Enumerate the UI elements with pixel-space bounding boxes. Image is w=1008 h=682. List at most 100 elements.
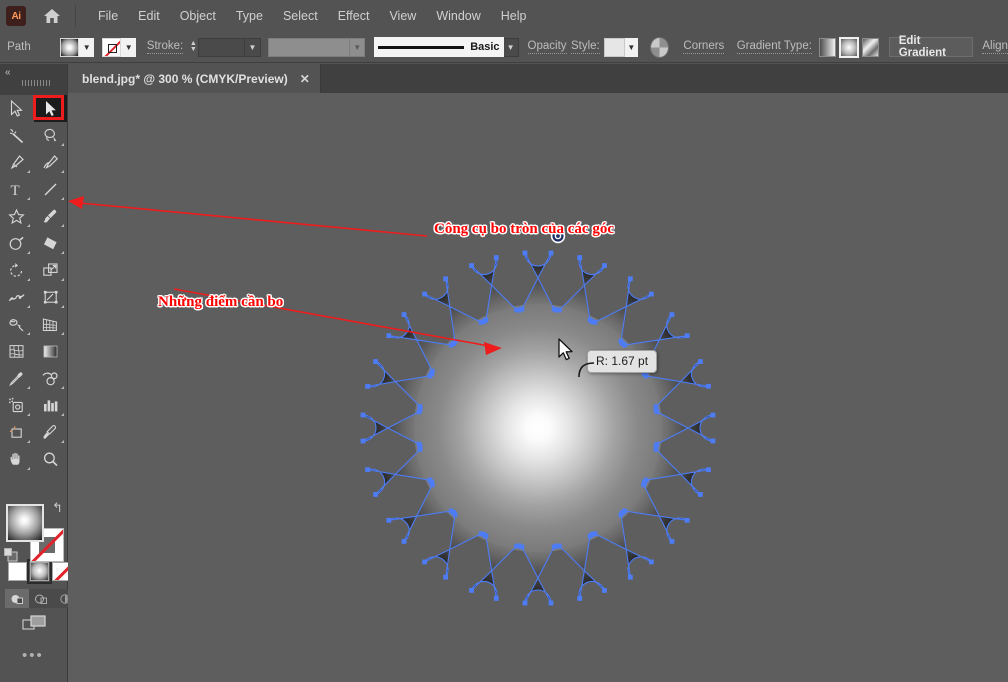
tool-flyout-indicator-icon [61,170,64,173]
home-icon[interactable] [41,5,63,27]
width-tool[interactable] [0,284,33,311]
fill-dropdown-caret-icon[interactable]: ▼ [79,38,94,57]
brush-definition-label: Basic [470,41,499,53]
scale-tool[interactable] [34,257,67,284]
corner-radius-arc-icon [576,358,598,380]
lasso-tool[interactable] [34,122,67,149]
more-tools-icon[interactable]: ••• [22,647,44,664]
perspective-grid-tool[interactable] [34,311,67,338]
menu-bar: Ai File Edit Object Type Select Effect V… [0,0,1008,32]
brush-definition-control[interactable]: Basic [374,37,503,57]
type-tool[interactable]: T [0,176,33,203]
style-label[interactable]: Style: [571,40,600,54]
document-tab-strip: blend.jpg* @ 300 % (CMYK/Preview) ✕ [68,64,1008,93]
stroke-weight-caret-icon[interactable]: ▼ [245,38,260,57]
hand-tool[interactable] [0,446,33,473]
fill-control[interactable]: ▼ [60,38,94,57]
menu-item-select[interactable]: Select [273,4,328,28]
menu-item-window[interactable]: Window [426,4,490,28]
close-icon[interactable]: ✕ [300,72,310,86]
stroke-weight-label[interactable]: Stroke: [147,40,183,54]
curvature-tool[interactable] [34,149,67,176]
column-graph-tool[interactable] [34,392,67,419]
stroke-profile-field[interactable] [268,38,351,57]
transparency-grid-icon[interactable] [650,37,669,58]
menu-item-object[interactable]: Object [170,4,226,28]
magic-wand-tool[interactable] [0,122,33,149]
opacity-label[interactable]: Opacity [528,40,567,54]
stroke-dropdown-caret-icon[interactable]: ▼ [121,38,136,57]
shape-tool[interactable] [0,203,33,230]
fill-swatch[interactable] [60,38,79,57]
eraser-tool[interactable] [34,230,67,257]
document-canvas[interactable]: Công cụ bo tròn của các góc Những điểm c… [68,93,1008,682]
control-bar: Path ▼ ▼ Stroke: ▲▼ ▼ ▼ Basic ▼ Opacity … [0,32,1008,63]
gradient-type-linear[interactable] [819,38,836,57]
tool-flyout-indicator-icon [61,332,64,335]
stroke-weight-field[interactable] [198,38,245,57]
line-segment-tool[interactable] [34,176,67,203]
gradient-type-freeform[interactable] [862,38,879,57]
gear-sunburst-path[interactable] [328,218,748,638]
menu-item-effect[interactable]: Effect [328,4,380,28]
tool-flyout-indicator-icon [27,278,30,281]
selection-type-label: Path [7,41,60,53]
free-transform-tool[interactable] [34,284,67,311]
align-label[interactable]: Align [982,40,1008,54]
collapse-panel-icon[interactable]: « [5,67,11,78]
shape-builder-tool[interactable] [0,311,33,338]
stroke-color-control[interactable]: ▼ [102,38,136,57]
slice-tool[interactable] [34,419,67,446]
artboard-tool[interactable] [0,419,33,446]
rotate-tool[interactable] [0,257,33,284]
gradient-tool[interactable] [34,338,67,365]
stroke-weight-stepper[interactable]: ▲▼ [189,38,199,57]
gradient-type-radial[interactable] [840,38,857,57]
draw-normal-mode[interactable] [5,589,29,608]
direct-selection-tool[interactable] [34,95,67,122]
tool-flyout-indicator-icon [27,197,30,200]
eyedropper-tool[interactable] [0,365,33,392]
color-mode-gradient[interactable] [30,562,49,581]
selection-tool[interactable] [0,95,33,122]
panel-drag-handle[interactable] [22,80,50,86]
stroke-swatch-none[interactable] [102,38,121,57]
mesh-tool[interactable] [0,338,33,365]
tool-flyout-indicator-icon [27,413,30,416]
tool-grid: T [0,95,67,473]
change-screen-mode-icon[interactable] [22,614,48,636]
menu-item-edit[interactable]: Edit [128,4,170,28]
tool-flyout-indicator-icon [61,305,64,308]
svg-text:T: T [11,183,20,198]
fill-swatch-radial-gradient[interactable] [6,504,44,542]
corners-label[interactable]: Corners [683,40,724,54]
draw-behind-mode[interactable] [29,589,53,608]
tool-flyout-indicator-icon [61,440,64,443]
document-tab[interactable]: blend.jpg* @ 300 % (CMYK/Preview) ✕ [68,64,321,93]
style-caret-icon[interactable]: ▼ [625,38,638,57]
menu-item-type[interactable]: Type [226,4,273,28]
menu-item-file[interactable]: File [88,4,128,28]
symbol-sprayer-tool[interactable] [0,392,33,419]
default-fill-stroke-icon[interactable] [4,548,18,565]
menu-item-help[interactable]: Help [491,4,537,28]
menu-item-view[interactable]: View [379,4,426,28]
zoom-tool[interactable] [34,446,67,473]
pen-tool[interactable] [0,149,33,176]
illustrator-window: Ai File Edit Object Type Select Effect V… [0,0,1008,682]
tool-flyout-indicator-icon [61,197,64,200]
tool-flyout-indicator-icon [61,251,64,254]
app-logo-icon: Ai [6,6,26,26]
paintbrush-tool[interactable] [34,203,67,230]
swap-fill-stroke-icon[interactable]: ↰ [52,500,63,516]
shaper-tool[interactable] [0,230,33,257]
blend-tool[interactable] [34,365,67,392]
stroke-profile-caret-icon[interactable]: ▼ [350,38,365,57]
menu-divider [75,5,76,27]
tools-panel-header: « [0,64,67,95]
edit-gradient-button[interactable]: Edit Gradient [889,37,973,57]
tool-flyout-indicator-icon [27,440,30,443]
menu-items: File Edit Object Type Select Effect View… [88,4,537,28]
style-swatch[interactable] [604,38,625,57]
brush-definition-caret-icon[interactable]: ▼ [504,38,519,57]
